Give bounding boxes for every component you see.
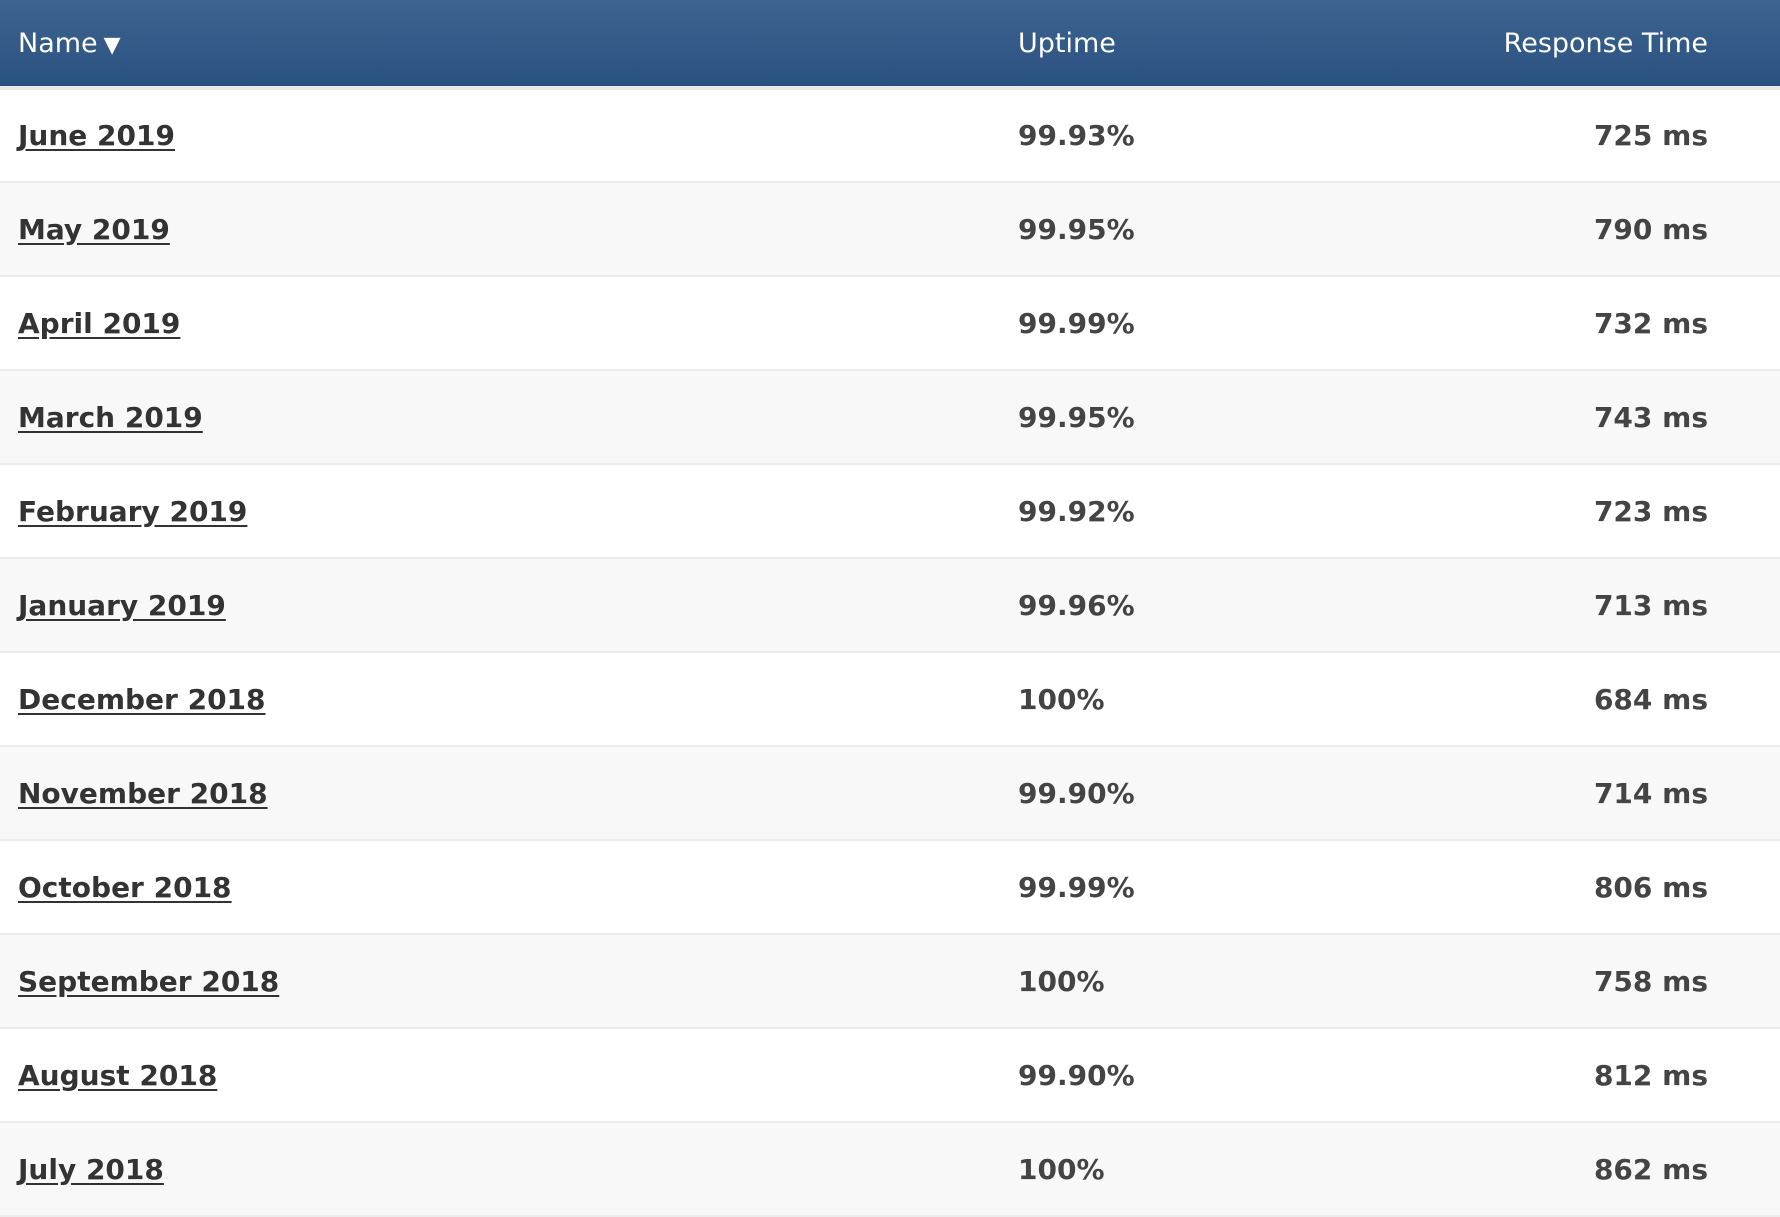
column-header-name[interactable]: Name ▼: [0, 0, 1018, 90]
response-time-cell: 684 ms: [1593, 682, 1708, 716]
month-link[interactable]: October 2018: [18, 871, 232, 904]
table-row: February 2019 99.92% 723 ms: [0, 464, 1780, 558]
name-cell: June 2019: [0, 88, 1018, 182]
uptime-cell: 99.99%: [1018, 306, 1135, 340]
month-link[interactable]: November 2018: [18, 777, 268, 810]
name-cell: August 2018: [0, 1028, 1018, 1122]
response-time-cell: 732 ms: [1593, 306, 1708, 340]
name-cell: January 2019: [0, 558, 1018, 652]
response-time-cell: 806 ms: [1593, 870, 1708, 904]
uptime-cell: 99.90%: [1018, 1058, 1135, 1092]
response-time-cell: 812 ms: [1593, 1058, 1708, 1092]
response-time-cell: 758 ms: [1593, 964, 1708, 998]
uptime-cell: 99.96%: [1018, 588, 1135, 622]
table-header: Name ▼ Uptime Response Time: [0, 0, 1780, 90]
table-row: June 2019 99.93% 725 ms: [0, 88, 1780, 182]
response-time-cell: 862 ms: [1593, 1152, 1708, 1186]
name-cell: March 2019: [0, 370, 1018, 464]
column-label: Name: [18, 27, 98, 59]
uptime-cell: 99.95%: [1018, 400, 1135, 434]
uptime-cell: 99.95%: [1018, 212, 1135, 246]
column-header-uptime[interactable]: Uptime: [1018, 0, 1418, 90]
table-row: October 2018 99.99% 806 ms: [0, 840, 1780, 934]
response-time-cell: 723 ms: [1593, 494, 1708, 528]
uptime-cell: 99.92%: [1018, 494, 1135, 528]
uptime-cell: 99.93%: [1018, 119, 1135, 152]
month-link[interactable]: May 2019: [18, 213, 170, 246]
month-link[interactable]: September 2018: [18, 965, 279, 998]
name-cell: October 2018: [0, 840, 1018, 934]
month-link[interactable]: March 2019: [18, 401, 203, 434]
table-row: November 2018 99.90% 714 ms: [0, 746, 1780, 840]
uptime-cell: 100%: [1018, 964, 1105, 998]
table-row: April 2019 99.99% 732 ms: [0, 276, 1780, 370]
table-row: January 2019 99.96% 713 ms: [0, 558, 1780, 652]
response-time-cell: 714 ms: [1593, 776, 1708, 810]
uptime-cell: 100%: [1018, 1152, 1105, 1186]
response-time-cell: 725 ms: [1593, 119, 1708, 152]
name-cell: April 2019: [0, 276, 1018, 370]
month-link[interactable]: January 2019: [18, 589, 226, 622]
uptime-cell: 99.90%: [1018, 776, 1135, 810]
response-time-cell: 743 ms: [1593, 400, 1708, 434]
name-cell: September 2018: [0, 934, 1018, 1028]
table-row: September 2018 100% 758 ms: [0, 934, 1780, 1028]
month-link[interactable]: December 2018: [18, 683, 266, 716]
month-link[interactable]: July 2018: [18, 1153, 164, 1186]
name-cell: May 2019: [0, 182, 1018, 276]
month-link[interactable]: June 2019: [18, 119, 175, 152]
name-cell: December 2018: [0, 652, 1018, 746]
name-cell: November 2018: [0, 746, 1018, 840]
month-link[interactable]: April 2019: [18, 307, 180, 340]
uptime-cell: 100%: [1018, 682, 1105, 716]
column-header-response-time[interactable]: Response Time: [1418, 0, 1780, 90]
table-row: August 2018 99.90% 812 ms: [0, 1028, 1780, 1122]
uptime-cell: 99.99%: [1018, 870, 1135, 904]
uptime-table: Name ▼ Uptime Response Time June 2019 99.…: [0, 0, 1780, 1217]
sort-descending-icon: ▼: [103, 32, 121, 58]
name-cell: July 2018: [0, 1122, 1018, 1216]
response-time-cell: 713 ms: [1593, 588, 1708, 622]
table-row: May 2019 99.95% 790 ms: [0, 182, 1780, 276]
month-link[interactable]: August 2018: [18, 1059, 217, 1092]
month-link[interactable]: February 2019: [18, 495, 247, 528]
table-row: December 2018 100% 684 ms: [0, 652, 1780, 746]
table-row: July 2018 100% 862 ms: [0, 1122, 1780, 1216]
response-time-cell: 790 ms: [1593, 212, 1708, 246]
name-cell: February 2019: [0, 464, 1018, 558]
table-row: March 2019 99.95% 743 ms: [0, 370, 1780, 464]
